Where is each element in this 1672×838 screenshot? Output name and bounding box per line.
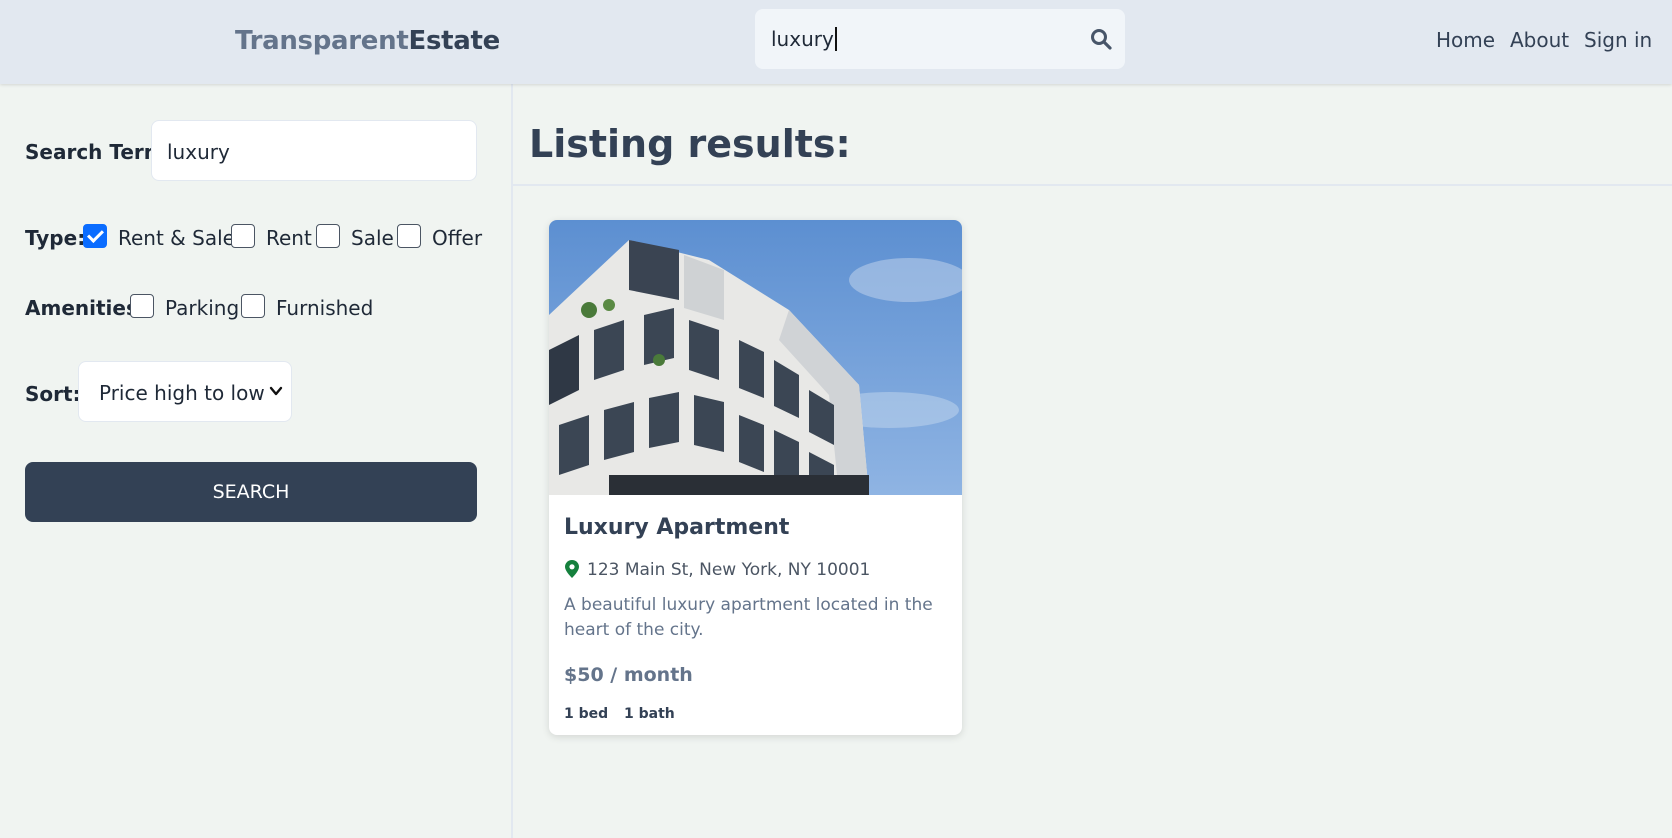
checkbox-parking[interactable] <box>130 294 154 318</box>
header-search-input[interactable]: luxury <box>755 9 1125 69</box>
listing-card[interactable]: Luxury Apartment 123 Main St, New York, … <box>549 220 962 735</box>
results-area: Listing results: Luxury Apartment 123 Ma… <box>513 84 1672 838</box>
site-logo[interactable]: TransparentEstate <box>235 26 500 56</box>
amenities-label: Amenities: <box>25 296 146 320</box>
chevron-down-icon <box>269 386 283 396</box>
checkbox-rent-and-sale[interactable] <box>83 224 107 248</box>
listing-address: 123 Main St, New York, NY 10001 <box>587 560 871 580</box>
option-label-offer: Offer <box>432 226 483 250</box>
header-search-text: luxury <box>771 27 834 51</box>
sort-label: Sort: <box>25 382 81 406</box>
checkbox-sale[interactable] <box>316 224 340 248</box>
option-label-rent-and-sale: Rent & Sale <box>118 226 235 250</box>
search-button[interactable]: SEARCH <box>25 462 477 522</box>
checkbox-offer[interactable] <box>397 224 421 248</box>
listing-photo[interactable] <box>549 220 962 495</box>
search-term-value: luxury <box>167 140 230 164</box>
filter-sidebar: Search Term: luxury Type: Rent & Sale Re… <box>0 84 513 838</box>
listing-beds: 1 bed <box>564 706 609 722</box>
listing-title[interactable]: Luxury Apartment <box>564 515 789 540</box>
text-caret <box>834 27 837 51</box>
nav-about-link[interactable]: About <box>1510 28 1569 52</box>
checkbox-rent[interactable] <box>231 224 255 248</box>
header-search-value: luxury <box>771 27 837 51</box>
type-label: Type: <box>25 226 86 250</box>
search-icon[interactable] <box>1089 27 1113 51</box>
listing-description: A beautiful luxury apartment located in … <box>564 595 933 640</box>
location-pin-icon <box>565 560 579 578</box>
checkbox-furnished[interactable] <box>241 294 265 318</box>
results-title: Listing results: <box>529 122 851 166</box>
sort-select[interactable]: Price high to low <box>78 361 292 422</box>
nav-signin-link[interactable]: Sign in <box>1584 28 1652 52</box>
option-label-furnished: Furnished <box>276 296 374 320</box>
listing-price: $50 / month <box>564 664 693 686</box>
logo-part-estate: Estate <box>408 26 500 56</box>
option-label-parking: Parking <box>165 296 240 320</box>
sort-selected-value: Price high to low <box>99 381 265 405</box>
results-divider <box>513 184 1672 186</box>
logo-part-transparent: Transparent <box>235 26 409 56</box>
top-header: TransparentEstate luxury Home About Sign… <box>0 0 1672 84</box>
option-label-sale: Sale <box>351 226 394 250</box>
listing-baths: 1 bath <box>624 706 675 722</box>
nav-home-link[interactable]: Home <box>1436 28 1495 52</box>
search-term-input[interactable]: luxury <box>151 120 477 181</box>
option-label-rent: Rent <box>266 226 312 250</box>
